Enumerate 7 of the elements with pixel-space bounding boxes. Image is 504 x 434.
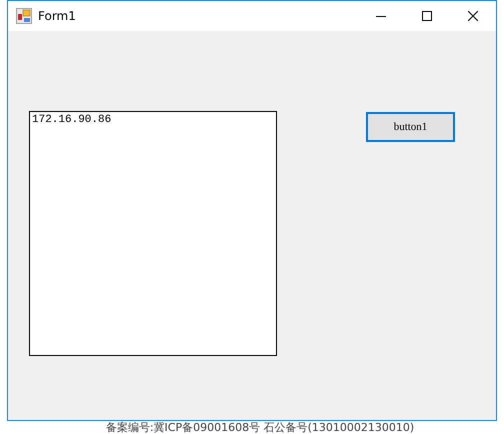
close-icon [468,11,478,21]
window-title: Form1 [38,9,76,23]
maximize-icon [422,11,432,21]
text-area[interactable]: 172.16.90.86 [29,111,277,356]
footer-text: 备案编号:冀ICP备09001608号 石公备号(13010002130010) [106,421,414,434]
button1-button[interactable]: button1 [366,112,455,142]
form-icon [16,8,32,24]
